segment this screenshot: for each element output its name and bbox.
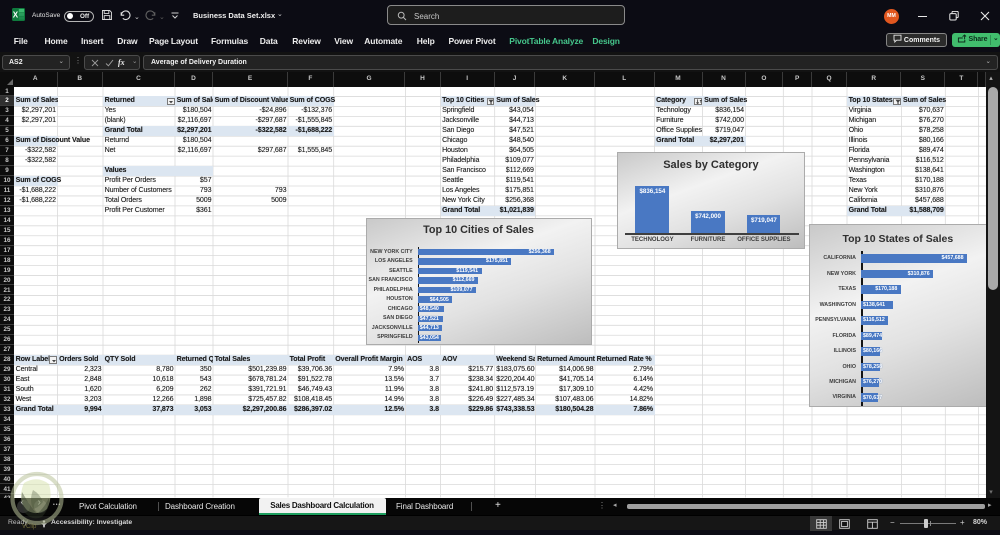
svg-text:VClip: VClip: [22, 524, 37, 530]
